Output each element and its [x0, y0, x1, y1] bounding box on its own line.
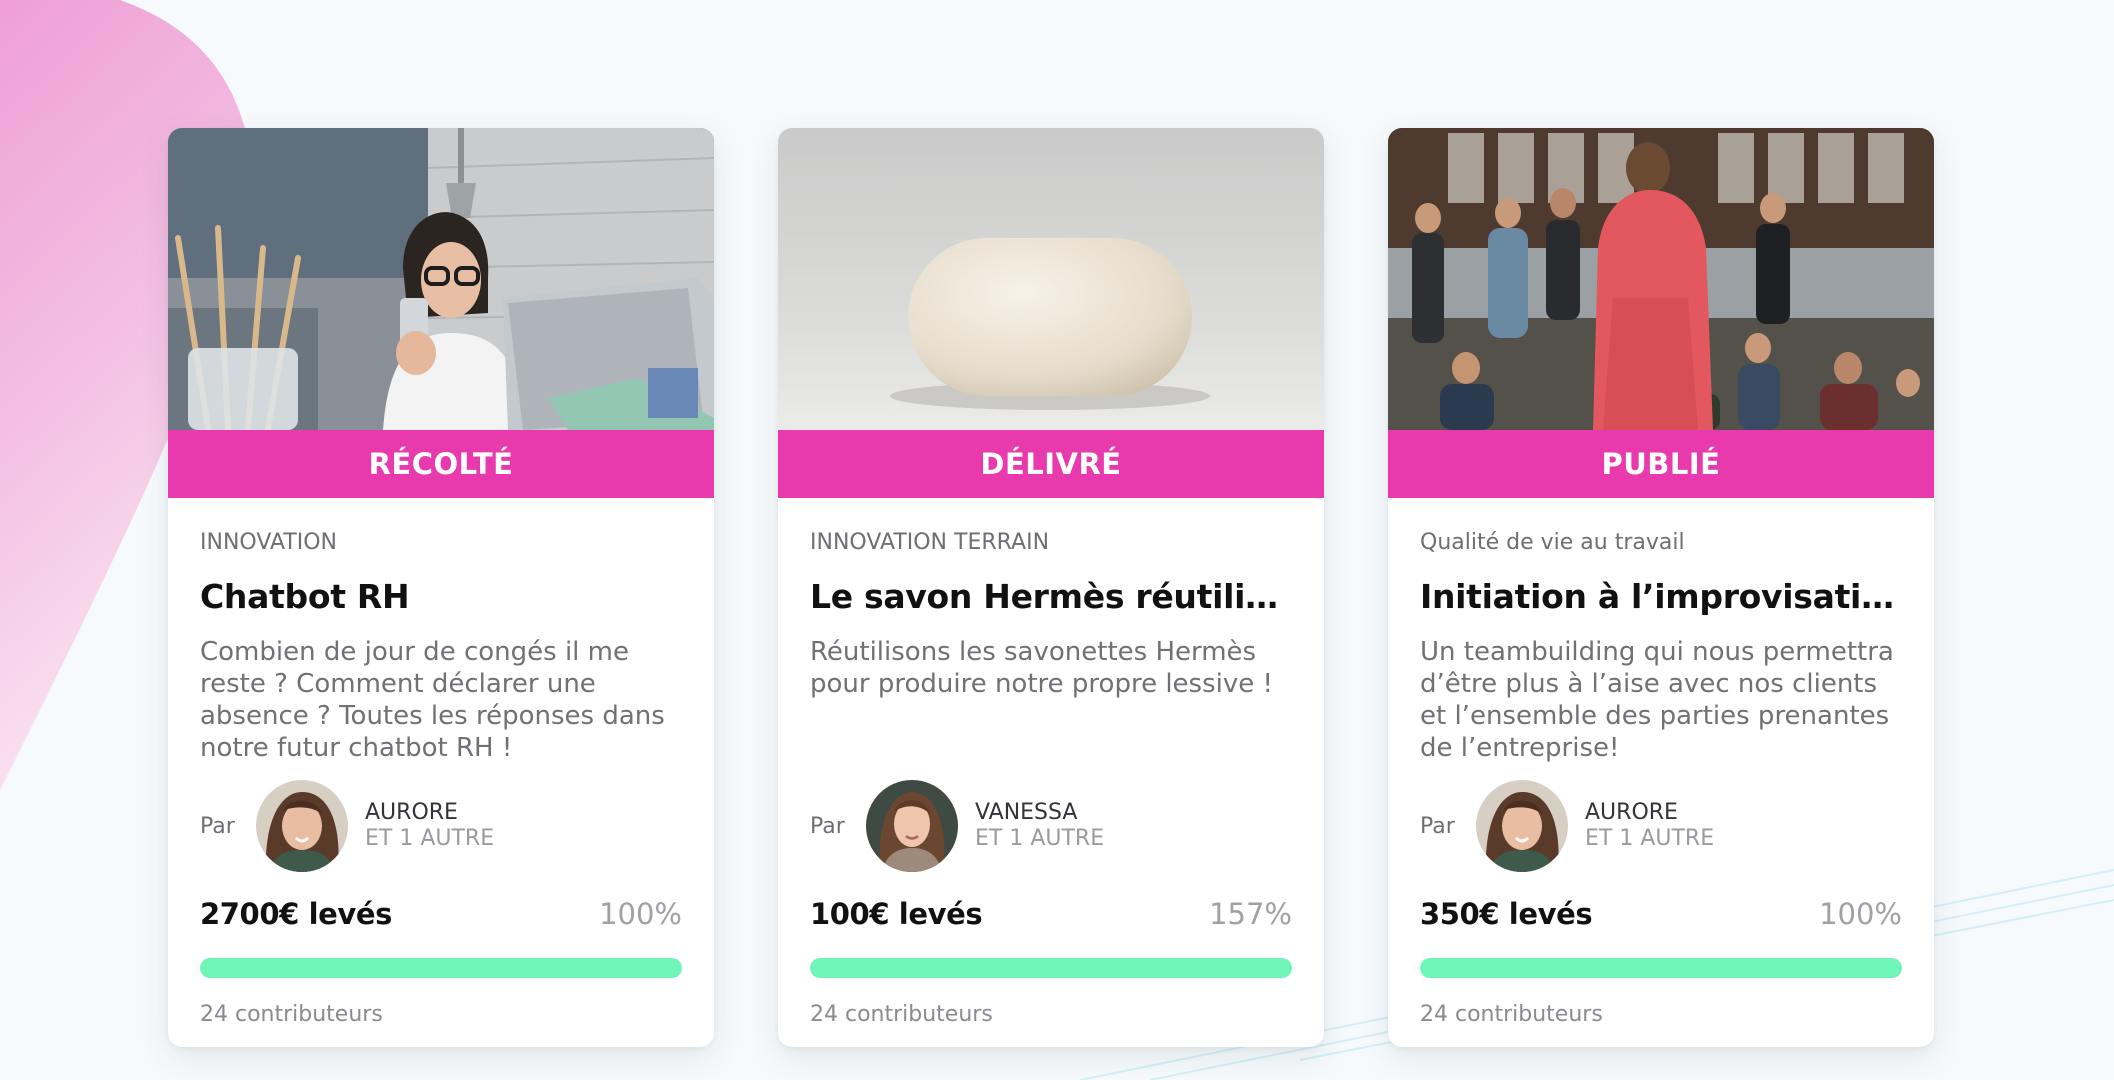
status-banner: RÉCOLTÉ [168, 430, 714, 498]
author-row: Par VANESSA ET 1 AUTRE [810, 780, 1292, 872]
author-name[interactable]: VANESSA [975, 800, 1104, 826]
project-category: Qualité de vie au travail [1420, 530, 1685, 555]
project-card-savon-hermes[interactable]: DÉLIVRÉ INNOVATION TERRAIN Le savon Herm… [778, 128, 1324, 1047]
progress-fill [200, 958, 682, 978]
author-row: Par AURORE ET 1 AUTRE [200, 780, 682, 872]
progress-fill [1420, 958, 1902, 978]
by-label: Par [200, 813, 235, 839]
funding-row: 350€ levés 100% [1420, 894, 1902, 934]
project-category: INNOVATION [200, 530, 338, 555]
author-avatar[interactable] [256, 780, 348, 872]
funding-percent: 100% [1819, 897, 1902, 931]
funding-percent: 157% [1209, 897, 1292, 931]
by-label: Par [810, 813, 845, 839]
project-image [1388, 128, 1934, 430]
author-name[interactable]: AURORE [1585, 800, 1714, 826]
author-avatar[interactable] [866, 780, 958, 872]
project-description: Réutilisons les savonettes Hermès pour p… [810, 637, 1273, 699]
funding-row: 100€ levés 157% [810, 894, 1292, 934]
amount-raised: 100€ levés [810, 897, 983, 931]
project-description: Un teambuilding qui nous permettra d’êtr… [1420, 637, 1894, 763]
amount-raised: 350€ levés [1420, 897, 1593, 931]
funding-row: 2700€ levés 100% [200, 894, 682, 934]
amount-raised: 2700€ levés [200, 897, 393, 931]
progress-bar [200, 958, 682, 978]
project-description: Combien de jour de congés il me reste ? … [200, 637, 665, 763]
author-row: Par AURORE ET 1 AUTRE [1420, 780, 1902, 872]
by-label: Par [1420, 813, 1455, 839]
progress-bar [810, 958, 1292, 978]
contributors-count: 24 contributeurs [1420, 1002, 1603, 1027]
project-image [168, 128, 714, 430]
contributors-count: 24 contributeurs [810, 1002, 993, 1027]
contributors-count: 24 contributeurs [200, 1002, 383, 1027]
progress-bar [1420, 958, 1902, 978]
project-cards-list: RÉCOLTÉ INNOVATION Chatbot RH Combien de… [168, 128, 1934, 1047]
status-banner: PUBLIÉ [1388, 430, 1934, 498]
co-authors: ET 1 AUTRE [1585, 826, 1715, 851]
project-card-chatbot-rh[interactable]: RÉCOLTÉ INNOVATION Chatbot RH Combien de… [168, 128, 714, 1047]
co-authors: ET 1 AUTRE [365, 826, 495, 851]
project-title[interactable]: Initiation à l’improvisation [1420, 576, 1902, 618]
project-title[interactable]: Chatbot RH [200, 576, 682, 618]
co-authors: ET 1 AUTRE [975, 826, 1105, 851]
status-banner: DÉLIVRÉ [778, 430, 1324, 498]
project-title[interactable]: Le savon Hermès réutilisé e… [810, 576, 1292, 618]
progress-fill [810, 958, 1292, 978]
author-avatar[interactable] [1476, 780, 1568, 872]
project-image [778, 128, 1324, 430]
funding-percent: 100% [599, 897, 682, 931]
project-category: INNOVATION TERRAIN [810, 530, 1050, 555]
author-name[interactable]: AURORE [365, 800, 494, 826]
project-card-improvisation[interactable]: PUBLIÉ Qualité de vie au travail Initiat… [1388, 128, 1934, 1047]
